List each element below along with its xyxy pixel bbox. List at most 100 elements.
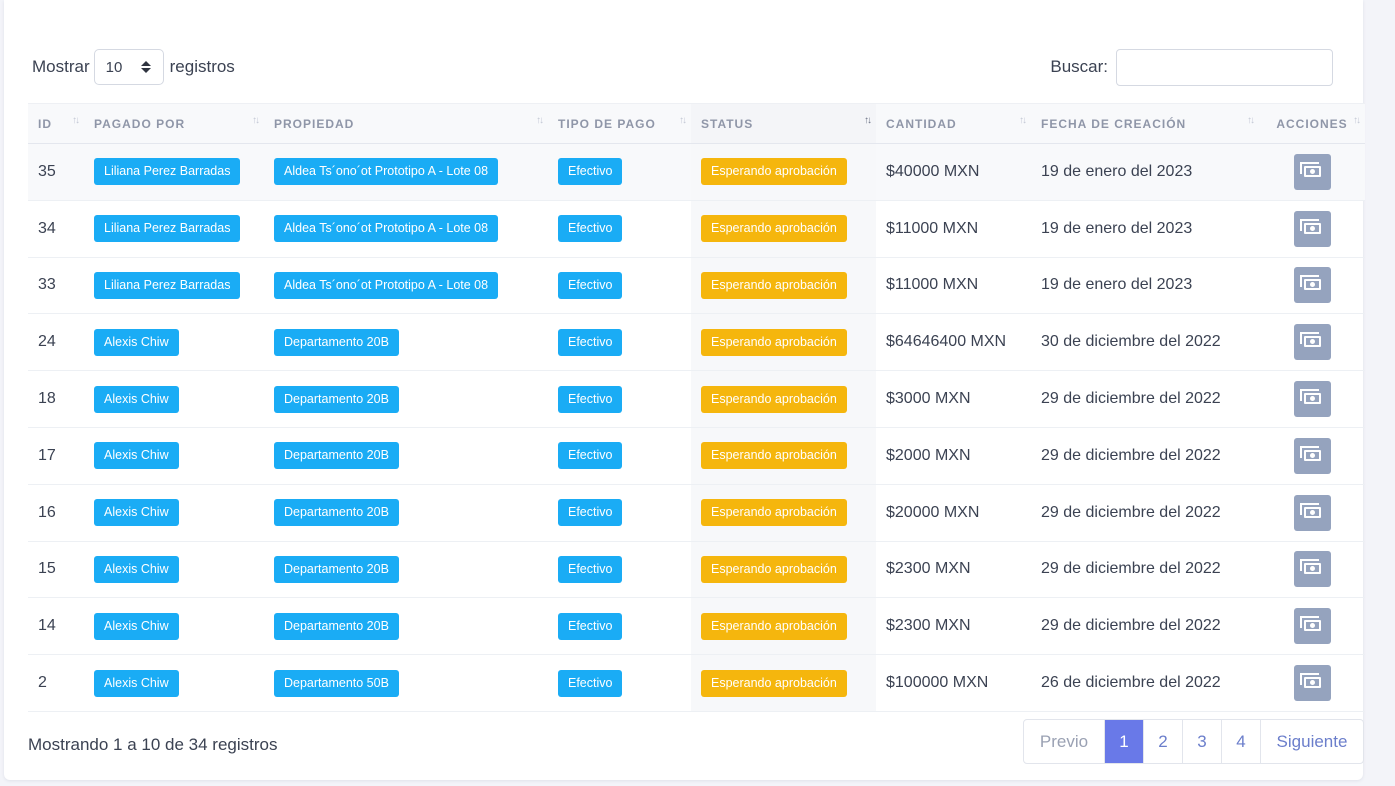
- col-header-payment-type[interactable]: TIPO DE PAGO ↑↓: [548, 103, 691, 144]
- table-row: 17 Alexis Chiw Departamento 20B Efectivo Esp…: [28, 427, 1365, 485]
- table-row: 16 Alexis Chiw Departamento 20B Efectivo Esp…: [28, 484, 1365, 542]
- pagination: Previo 1 2 3 4 Siguiente: [1023, 719, 1364, 764]
- money-icon: [1299, 218, 1321, 234]
- cell-amount: $2000 MXN: [886, 446, 971, 464]
- cell-amount: $2300 MXN: [886, 617, 971, 635]
- status-badge: Esperando aprobación: [701, 158, 847, 186]
- cell-amount: $11000 MXN: [886, 219, 979, 237]
- sort-icon: ↑↓: [1019, 115, 1027, 126]
- table-row: 14 Alexis Chiw Departamento 20B Efectivo Esp…: [28, 597, 1365, 655]
- col-header-status[interactable]: STATUS ↑↓: [691, 103, 876, 144]
- search-input[interactable]: [1116, 48, 1333, 86]
- view-payment-button[interactable]: [1293, 665, 1331, 702]
- view-payment-button[interactable]: [1293, 153, 1331, 190]
- status-badge: Esperando aprobación: [701, 271, 847, 299]
- table-info: Mostrando 1 a 10 de 34 registros: [28, 735, 278, 754]
- payer-badge: Alexis Chiw: [94, 555, 179, 583]
- money-icon: [1299, 161, 1321, 177]
- search-filter: Buscar:: [1050, 48, 1333, 86]
- payer-badge: Alexis Chiw: [94, 328, 179, 356]
- view-payment-button[interactable]: [1293, 210, 1331, 247]
- table-row: 15 Alexis Chiw Departamento 20B Efectivo Esp…: [28, 541, 1365, 598]
- property-badge: Departamento 20B: [274, 612, 399, 640]
- property-badge: Aldea Ts´ono´ot Prototipo A - Lote 08: [274, 215, 499, 243]
- col-header-amount[interactable]: CANTIDAD ↑↓: [876, 103, 1031, 144]
- view-payment-button[interactable]: [1293, 437, 1331, 474]
- money-icon: [1299, 389, 1321, 405]
- cell-amount: $20000 MXN: [886, 503, 980, 521]
- status-badge: Esperando aprobación: [701, 499, 847, 527]
- sort-icon: ↑↓: [679, 115, 687, 126]
- payer-badge: Liliana Perez Barradas: [94, 215, 241, 243]
- money-icon: [1299, 616, 1321, 632]
- property-badge: Departamento 20B: [274, 442, 399, 470]
- cell-date: 19 de enero del 2023: [1041, 162, 1193, 180]
- page-length-value: 10: [105, 58, 123, 76]
- view-payment-button[interactable]: [1293, 551, 1331, 588]
- col-header-property[interactable]: PROPIEDAD ↑↓: [264, 103, 548, 144]
- pagination-page-1[interactable]: 1: [1104, 720, 1143, 763]
- sort-icon: ↑↓: [1353, 115, 1361, 126]
- payment-type-badge: Efectivo: [558, 499, 623, 527]
- payment-type-badge: Efectivo: [558, 669, 623, 697]
- status-badge: Esperando aprobación: [701, 669, 847, 697]
- cell-amount: $11000 MXN: [886, 276, 979, 294]
- cell-date: 29 de diciembre del 2022: [1041, 390, 1221, 408]
- pagination-page-4[interactable]: 4: [1221, 720, 1260, 763]
- view-payment-button[interactable]: [1293, 267, 1331, 304]
- pagination-page-2[interactable]: 2: [1143, 720, 1182, 763]
- payment-type-badge: Efectivo: [558, 612, 623, 640]
- table-row: 2 Alexis Chiw Departamento 50B Efectivo Espe…: [28, 654, 1365, 712]
- cell-amount: $64646400 MXN: [886, 333, 1007, 351]
- cell-amount: $3000 MXN: [886, 390, 971, 408]
- property-badge: Aldea Ts´ono´ot Prototipo A - Lote 08: [274, 271, 499, 299]
- cell-date: 19 de enero del 2023: [1041, 219, 1193, 237]
- col-header-payer[interactable]: PAGADO POR ↑↓: [84, 103, 264, 144]
- cell-amount: $2300 MXN: [886, 560, 971, 578]
- cell-date: 29 de diciembre del 2022: [1041, 503, 1221, 521]
- pagination-prev-button[interactable]: Previo: [1024, 720, 1104, 763]
- view-payment-button[interactable]: [1293, 381, 1331, 418]
- property-badge: Departamento 20B: [274, 328, 399, 356]
- status-badge: Esperando aprobación: [701, 612, 847, 640]
- sort-icon: ↑↓: [252, 115, 260, 126]
- property-badge: Departamento 20B: [274, 499, 399, 527]
- view-payment-button[interactable]: [1293, 494, 1331, 531]
- status-badge: Esperando aprobación: [701, 215, 847, 243]
- money-icon: [1299, 275, 1321, 291]
- pagination-next-button[interactable]: Siguiente: [1260, 720, 1363, 763]
- property-badge: Departamento 50B: [274, 669, 399, 697]
- status-badge: Esperando aprobación: [701, 555, 847, 583]
- money-icon: [1299, 673, 1321, 689]
- cell-id: 33: [38, 276, 56, 294]
- col-header-date[interactable]: FECHA DE CREACIÓN ↑↓: [1031, 103, 1259, 144]
- cell-id: 2: [38, 674, 47, 692]
- payment-type-badge: Efectivo: [558, 271, 623, 299]
- table-row: 35 Liliana Perez Barradas Aldea Ts´ono´ot …: [28, 143, 1365, 201]
- view-payment-button[interactable]: [1293, 608, 1331, 645]
- cell-id: 17: [38, 446, 56, 464]
- page-length-select[interactable]: 10: [93, 49, 164, 85]
- payment-type-badge: Efectivo: [558, 385, 623, 413]
- col-header-actions[interactable]: ACCIONES ↑↓: [1259, 103, 1365, 144]
- table-row: 18 Alexis Chiw Departamento 20B Efectivo Esp…: [28, 370, 1365, 428]
- status-badge: Esperando aprobación: [701, 385, 847, 413]
- property-badge: Aldea Ts´ono´ot Prototipo A - Lote 08: [274, 158, 499, 186]
- table-body: 35 Liliana Perez Barradas Aldea Ts´ono´ot …: [28, 143, 1365, 712]
- payer-badge: Alexis Chiw: [94, 499, 179, 527]
- select-arrows-icon: [140, 61, 151, 73]
- cell-date: 30 de diciembre del 2022: [1041, 333, 1221, 351]
- col-header-id[interactable]: ID ↑↓: [28, 103, 84, 144]
- payer-badge: Alexis Chiw: [94, 669, 179, 697]
- money-icon: [1299, 502, 1321, 518]
- table-row: 33 Liliana Perez Barradas Aldea Ts´ono´ot …: [28, 257, 1365, 314]
- sort-icon: ↑↓: [72, 115, 80, 126]
- table-row: 24 Alexis Chiw Departamento 20B Efectivo Esp…: [28, 313, 1365, 371]
- view-payment-button[interactable]: [1293, 324, 1331, 361]
- pagination-page-3[interactable]: 3: [1182, 720, 1221, 763]
- payer-badge: Alexis Chiw: [94, 385, 179, 413]
- property-badge: Departamento 20B: [274, 555, 399, 583]
- payment-type-badge: Efectivo: [558, 215, 623, 243]
- sort-asc-icon: ↑↓: [864, 115, 872, 126]
- cell-id: 24: [38, 333, 56, 351]
